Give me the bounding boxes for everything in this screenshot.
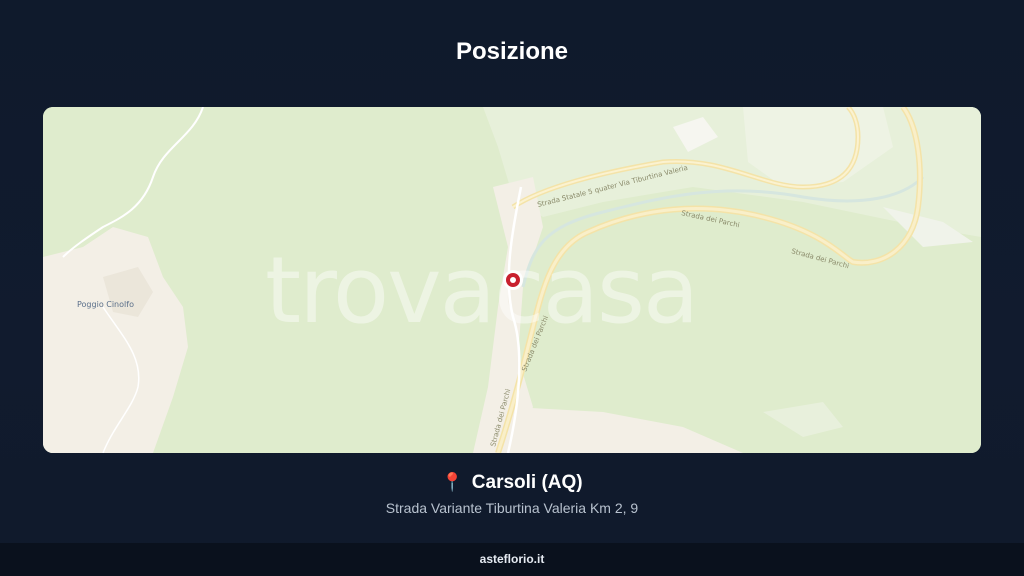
page-title: Posizione (455, 38, 569, 65)
map-canvas: Strada Statale 5 quater Via Tiburtina Va… (43, 107, 981, 453)
footer-site-link[interactable]: asteflorio.it (480, 552, 545, 566)
location-city: Carsoli (AQ) (471, 472, 583, 493)
map-pin-icon[interactable] (503, 270, 523, 290)
pin-icon: 📍 (441, 472, 464, 492)
location-heading: 📍 Carsoli (AQ) (0, 472, 1024, 494)
place-label-poggio-cinolfo: Poggio Cinolfo (77, 300, 134, 309)
map-view[interactable]: Strada Statale 5 quater Via Tiburtina Va… (43, 107, 981, 453)
footer: asteflorio.it (0, 543, 1024, 576)
watermark-logo: trovacasa (265, 237, 697, 344)
location-address: Strada Variante Tiburtina Valeria Km 2, … (385, 500, 639, 516)
